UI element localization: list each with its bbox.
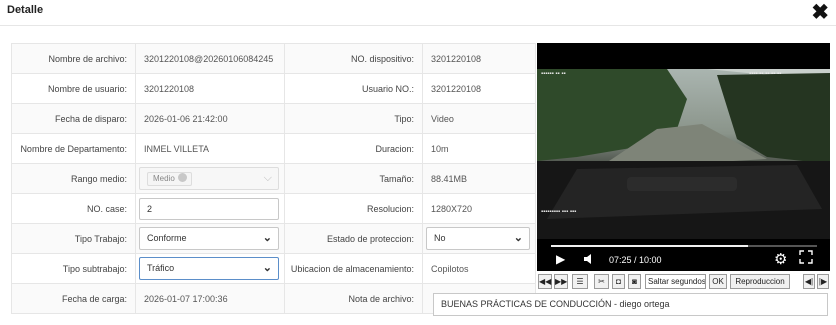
- video-frame: ▪▪▪▪▪▪ ▪▪ ▪▪ ▪▪▪▪ ▪▪ ▪▪ ▪▪ ▪▪ ▪▪▪▪▪▪▪▪▪ …: [537, 69, 830, 239]
- label-type: Tipo:: [284, 103, 423, 134]
- label-device-no: NO. dispositivo:: [284, 43, 423, 74]
- rewind-icon[interactable]: ◀◀: [538, 274, 552, 289]
- row-trigger-date: Fecha de disparo: 2026-01-06 21:42:00 Ti…: [11, 103, 536, 134]
- label-user-name: Nombre de usuario:: [11, 73, 136, 104]
- value-resolution: 1280X720: [422, 193, 536, 224]
- play-icon[interactable]: ▶: [556, 252, 565, 266]
- detail-form: Nombre de archivo: 3201220108@2026010608…: [11, 43, 536, 314]
- dialog-title: Detalle: [7, 4, 44, 16]
- protection-select[interactable]: No ⌄: [426, 227, 530, 250]
- value-department: INMEL VILLETA: [135, 133, 285, 164]
- gear-icon[interactable]: ⚙: [774, 250, 787, 268]
- label-user-no: Usuario NO.:: [284, 73, 423, 104]
- list-icon[interactable]: ☰: [572, 274, 588, 289]
- scissors-icon[interactable]: ✂: [594, 274, 609, 289]
- row-range: Rango medio: Medio ⌵ Tamaño: 88.41MB: [11, 163, 536, 194]
- frame-back-icon[interactable]: ◘: [612, 274, 625, 289]
- osd-top-right: ▪▪▪▪ ▪▪ ▪▪ ▪▪ ▪▪: [749, 71, 782, 77]
- value-user-name: 3201220108: [135, 73, 285, 104]
- skip-next-icon[interactable]: |▶: [817, 274, 829, 289]
- label-resolution: Resolucion:: [284, 193, 423, 224]
- work-type-value: Conforme: [147, 233, 187, 243]
- label-work-type: Tipo Trabajo:: [11, 223, 136, 254]
- label-file-name: Nombre de archivo:: [11, 43, 136, 74]
- value-file-name: 3201220108@20260106084245: [135, 43, 285, 74]
- value-trigger-date: 2026-01-06 21:42:00: [135, 103, 285, 134]
- video-progress-fill: [551, 245, 748, 247]
- row-file-name: Nombre de archivo: 3201220108@2026010608…: [11, 43, 536, 74]
- label-trigger-date: Fecha de disparo:: [11, 103, 136, 134]
- chevron-down-icon: ⌵: [263, 172, 272, 184]
- fullscreen-icon[interactable]: [799, 250, 813, 269]
- chevron-down-icon: ⌄: [262, 232, 272, 244]
- label-case-no: NO. case:: [11, 193, 136, 224]
- label-duration: Duracion:: [284, 133, 423, 164]
- video-progress-bar[interactable]: [551, 245, 817, 247]
- osd-top-left: ▪▪▪▪▪▪ ▪▪ ▪▪: [541, 71, 566, 77]
- value-size: 88.41MB: [422, 163, 536, 194]
- case-no-input[interactable]: 2: [139, 197, 279, 220]
- label-department: Nombre de Departamento:: [11, 133, 136, 164]
- row-user-name: Nombre de usuario: 3201220108 Usuario NO…: [11, 73, 536, 104]
- value-type: Video: [422, 103, 536, 134]
- row-department: Nombre de Departamento: INMEL VILLETA Du…: [11, 133, 536, 164]
- video-scene: [537, 69, 830, 239]
- range-tag-label: Medio: [153, 174, 175, 183]
- label-storage: Ubicacion de almacenamiento:: [284, 253, 423, 284]
- label-file-note: Nota de archivo:: [284, 283, 423, 314]
- value-storage: Copilotos: [422, 253, 536, 284]
- volume-icon[interactable]: [583, 252, 595, 270]
- tag-remove-icon: [177, 173, 187, 182]
- dialog-header: Detalle ✖: [0, 0, 836, 26]
- frame-forward-icon[interactable]: ◙: [628, 274, 641, 289]
- label-size: Tamaño:: [284, 163, 423, 194]
- label-range: Rango medio:: [11, 163, 136, 194]
- label-subtype: Tipo subtrabajo:: [11, 253, 136, 284]
- work-type-select[interactable]: Conforme ⌄: [139, 227, 279, 250]
- chevron-down-icon: ⌄: [262, 262, 272, 274]
- row-subtype: Tipo subtrabajo: Tráfico ⌄ Ubicacion de …: [11, 253, 536, 284]
- osd-bottom-left: ▪▪▪▪▪▪▪▪▪ ▪▪▪ ▪▪▪: [541, 209, 577, 215]
- fast-forward-icon[interactable]: ▶▶: [554, 274, 568, 289]
- play-mode-button[interactable]: Reproduccion: [730, 274, 790, 289]
- value-device-no: 3201220108: [422, 43, 536, 74]
- file-note-input[interactable]: BUENAS PRÁCTICAS DE CONDUCCIÓN - diego o…: [433, 293, 828, 316]
- video-time: 07:25 / 10:00: [609, 255, 662, 265]
- row-case-no: NO. case: 2 Resolucion: 1280X720: [11, 193, 536, 224]
- label-protection: Estado de proteccion:: [284, 223, 423, 254]
- range-tag: Medio: [147, 172, 192, 186]
- label-upload-date: Fecha de carga:: [11, 283, 136, 314]
- subtype-value: Tráfico: [147, 263, 175, 273]
- protection-value: No: [434, 233, 446, 243]
- video-player[interactable]: ▪▪▪▪▪▪ ▪▪ ▪▪ ▪▪▪▪ ▪▪ ▪▪ ▪▪ ▪▪ ▪▪▪▪▪▪▪▪▪ …: [537, 43, 830, 271]
- row-work-type: Tipo Trabajo: Conforme ⌄ Estado de prote…: [11, 223, 536, 254]
- chevron-down-icon: ⌄: [513, 232, 523, 244]
- playback-toolbar: ◀◀ ▶▶ ☰ ✂ ◘ ◙ Saltar segundos OK Reprodu…: [537, 274, 831, 289]
- value-duration: 10m: [422, 133, 536, 164]
- range-select[interactable]: Medio ⌵: [139, 167, 279, 190]
- skip-prev-icon[interactable]: ◀|: [803, 274, 815, 289]
- skip-seconds-input[interactable]: Saltar segundos: [645, 274, 706, 289]
- subtype-select[interactable]: Tráfico ⌄: [139, 257, 279, 280]
- close-icon[interactable]: ✖: [811, 2, 829, 23]
- value-upload-date: 2026-01-07 17:00:36: [135, 283, 285, 314]
- value-user-no: 3201220108: [422, 73, 536, 104]
- ok-button[interactable]: OK: [709, 274, 727, 289]
